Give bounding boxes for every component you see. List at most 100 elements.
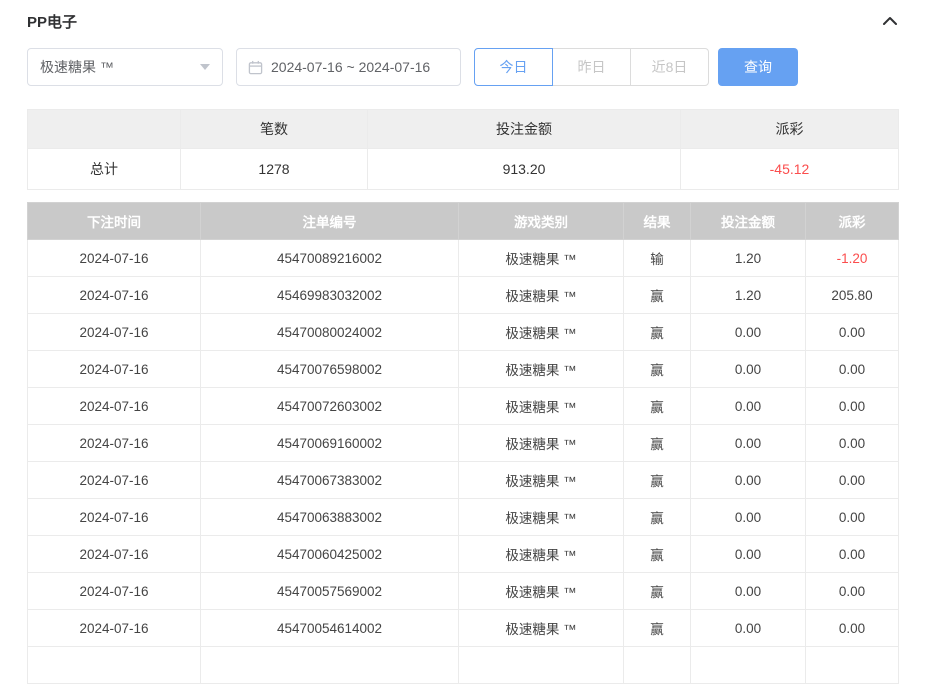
cell-result: 赢 — [624, 536, 691, 573]
cell-payout: 0.00 — [806, 536, 899, 573]
cell-bet-id: 45470057569002 — [201, 573, 459, 610]
cell-bet-amount — [691, 647, 806, 684]
summary-total-bet-amount: 913.20 — [368, 149, 681, 190]
cell-bet-amount: 0.00 — [691, 536, 806, 573]
game-select[interactable]: 极速糖果 ™ — [27, 48, 223, 86]
quick-range-button[interactable]: 近8日 — [630, 48, 709, 86]
cell-bet-id: 45469983032002 — [201, 277, 459, 314]
cell-bet-time: 2024-07-16 — [28, 351, 201, 388]
quick-range-group: 今日 昨日 近8日 — [474, 48, 709, 86]
cell-bet-amount: 1.20 — [691, 277, 806, 314]
summary-total-payout: -45.12 — [681, 149, 899, 190]
table-row-partial — [28, 647, 899, 684]
cell-bet-id: 45470054614002 — [201, 610, 459, 647]
cell-bet-time: 2024-07-16 — [28, 425, 201, 462]
header-bet-id: 注单编号 — [201, 203, 459, 240]
query-button[interactable]: 查询 — [718, 48, 798, 86]
date-range-value: 2024-07-16 ~ 2024-07-16 — [271, 59, 430, 75]
cell-game-type: 极速糖果 ™ — [459, 462, 624, 499]
cell-bet-id: 45470063883002 — [201, 499, 459, 536]
cell-game-type: 极速糖果 ™ — [459, 314, 624, 351]
cell-bet-time: 2024-07-16 — [28, 462, 201, 499]
header-result: 结果 — [624, 203, 691, 240]
cell-game-type: 极速糖果 ™ — [459, 499, 624, 536]
quick-range-button[interactable]: 今日 — [474, 48, 553, 86]
cell-payout: 0.00 — [806, 314, 899, 351]
table-row: 2024-07-1645470054614002极速糖果 ™赢0.000.00 — [28, 610, 899, 647]
cell-game-type: 极速糖果 ™ — [459, 240, 624, 277]
bet-table-header-row: 下注时间 注单编号 游戏类别 结果 投注金额 派彩 — [28, 203, 899, 240]
cell-game-type: 极速糖果 ™ — [459, 351, 624, 388]
cell-payout: 0.00 — [806, 462, 899, 499]
cell-bet-amount: 0.00 — [691, 388, 806, 425]
summary-header-bet-amount: 投注金额 — [368, 110, 681, 149]
table-row: 2024-07-1645470089216002极速糖果 ™输1.20-1.20 — [28, 240, 899, 277]
header-bet-time: 下注时间 — [28, 203, 201, 240]
cell-bet-amount: 1.20 — [691, 240, 806, 277]
cell-bet-amount: 0.00 — [691, 425, 806, 462]
chevron-up-icon[interactable] — [882, 16, 898, 26]
filter-row: 极速糖果 ™ 2024-07-16 ~ 2024-07-16 今日 昨日 近8日… — [27, 48, 898, 86]
cell-payout — [806, 647, 899, 684]
summary-total-count: 1278 — [181, 149, 368, 190]
cell-bet-id: 45470060425002 — [201, 536, 459, 573]
cell-bet-time: 2024-07-16 — [28, 499, 201, 536]
table-row: 2024-07-1645470060425002极速糖果 ™赢0.000.00 — [28, 536, 899, 573]
cell-bet-id — [201, 647, 459, 684]
cell-bet-time — [28, 647, 201, 684]
quick-range-button[interactable]: 昨日 — [552, 48, 631, 86]
cell-result: 赢 — [624, 314, 691, 351]
bet-records-table: 下注时间 注单编号 游戏类别 结果 投注金额 派彩 2024-07-164547… — [27, 202, 899, 684]
pp-electronic-panel: PP电子 极速糖果 ™ 2024-07-16 ~ 2024-07-16 今日 昨… — [0, 0, 925, 684]
cell-bet-time: 2024-07-16 — [28, 610, 201, 647]
summary-header-payout: 派彩 — [681, 110, 899, 149]
cell-result: 赢 — [624, 388, 691, 425]
cell-bet-amount: 0.00 — [691, 610, 806, 647]
cell-payout: 0.00 — [806, 425, 899, 462]
cell-game-type — [459, 647, 624, 684]
cell-bet-amount: 0.00 — [691, 351, 806, 388]
bet-table-body: 2024-07-1645470089216002极速糖果 ™输1.20-1.20… — [28, 240, 899, 684]
cell-bet-id: 45470076598002 — [201, 351, 459, 388]
summary-table: 笔数 投注金额 派彩 总计 1278 913.20 -45.12 — [27, 109, 899, 190]
cell-result: 赢 — [624, 277, 691, 314]
cell-bet-id: 45470069160002 — [201, 425, 459, 462]
cell-bet-amount: 0.00 — [691, 314, 806, 351]
cell-game-type: 极速糖果 ™ — [459, 610, 624, 647]
table-row: 2024-07-1645470069160002极速糖果 ™赢0.000.00 — [28, 425, 899, 462]
cell-bet-id: 45470080024002 — [201, 314, 459, 351]
cell-result: 赢 — [624, 462, 691, 499]
cell-result: 赢 — [624, 499, 691, 536]
cell-bet-time: 2024-07-16 — [28, 388, 201, 425]
calendar-icon — [248, 60, 263, 75]
game-select-value: 极速糖果 ™ — [40, 57, 114, 77]
summary-total-label: 总计 — [28, 149, 181, 190]
cell-bet-time: 2024-07-16 — [28, 277, 201, 314]
cell-payout: -1.20 — [806, 240, 899, 277]
cell-bet-time: 2024-07-16 — [28, 573, 201, 610]
cell-game-type: 极速糖果 ™ — [459, 536, 624, 573]
date-range-picker[interactable]: 2024-07-16 ~ 2024-07-16 — [236, 48, 461, 86]
cell-payout: 205.80 — [806, 277, 899, 314]
table-row: 2024-07-1645470063883002极速糖果 ™赢0.000.00 — [28, 499, 899, 536]
cell-payout: 0.00 — [806, 351, 899, 388]
table-row: 2024-07-1645470080024002极速糖果 ™赢0.000.00 — [28, 314, 899, 351]
table-row: 2024-07-1645470067383002极速糖果 ™赢0.000.00 — [28, 462, 899, 499]
cell-result: 输 — [624, 240, 691, 277]
cell-bet-id: 45470067383002 — [201, 462, 459, 499]
cell-payout: 0.00 — [806, 388, 899, 425]
summary-total-row: 总计 1278 913.20 -45.12 — [28, 149, 899, 190]
chevron-down-icon — [200, 64, 210, 70]
cell-game-type: 极速糖果 ™ — [459, 388, 624, 425]
header-game-type: 游戏类别 — [459, 203, 624, 240]
cell-bet-amount: 0.00 — [691, 573, 806, 610]
header-payout: 派彩 — [806, 203, 899, 240]
summary-header-blank — [28, 110, 181, 149]
cell-bet-time: 2024-07-16 — [28, 240, 201, 277]
page-title: PP电子 — [27, 11, 77, 32]
cell-payout: 0.00 — [806, 610, 899, 647]
cell-bet-id: 45470089216002 — [201, 240, 459, 277]
cell-bet-amount: 0.00 — [691, 499, 806, 536]
cell-bet-id: 45470072603002 — [201, 388, 459, 425]
cell-bet-time: 2024-07-16 — [28, 536, 201, 573]
